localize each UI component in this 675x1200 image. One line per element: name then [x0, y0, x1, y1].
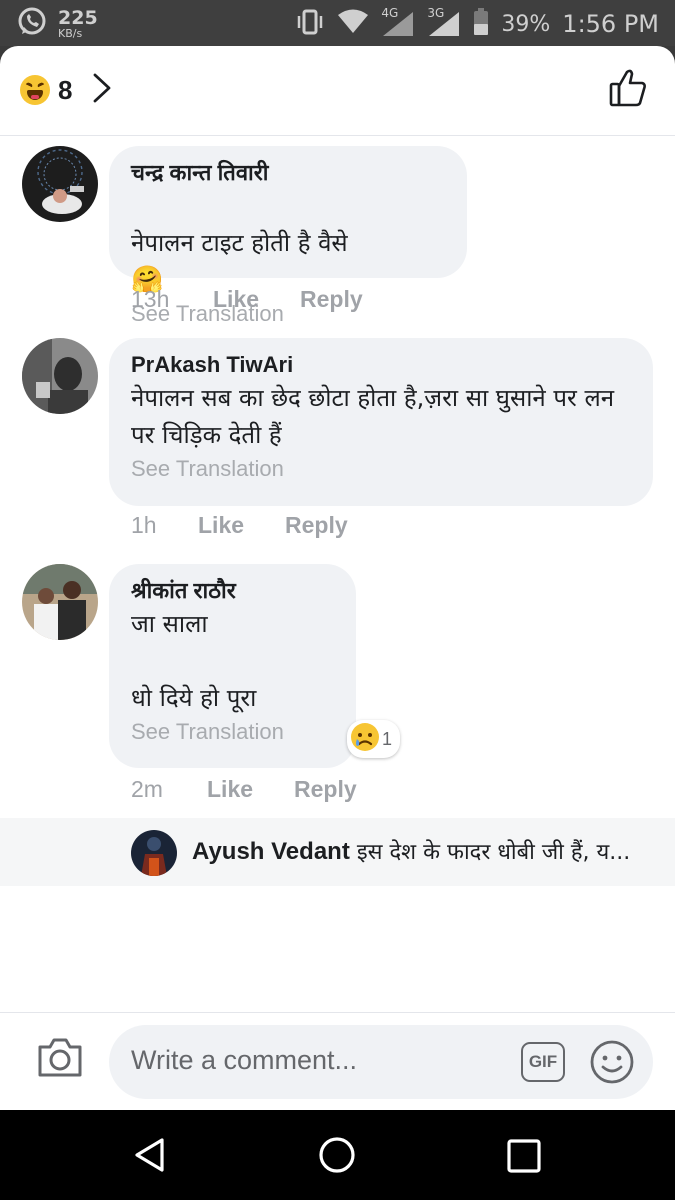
- thumbs-up-icon: [609, 69, 647, 112]
- comment-time: 2m: [131, 776, 163, 802]
- reply-preview[interactable]: Ayush Vedant इस देश के फादर धोबी जी हैं,…: [0, 818, 675, 886]
- avatar: [131, 830, 177, 876]
- comment-text: जा साला धो दिये हो पूरा: [131, 610, 257, 712]
- reply-preview-text: Ayush Vedant इस देश के फादर धोबी जी हैं,…: [192, 836, 630, 866]
- vibrate-icon: [295, 9, 325, 39]
- comment-text: नेपालन टाइट होती है वैसे 🤗: [131, 188, 445, 299]
- home-button[interactable]: [318, 1136, 356, 1178]
- comment-author[interactable]: PrAkash TiwAri: [131, 350, 631, 380]
- emoji-button[interactable]: [589, 1039, 635, 1089]
- reaction-count: 1: [382, 728, 393, 749]
- like-comment-button[interactable]: Like: [198, 512, 285, 539]
- reply-author: Ayush Vedant: [192, 838, 350, 865]
- reactions-header: 8: [0, 46, 675, 136]
- avatar[interactable]: [22, 564, 98, 640]
- see-translation-link[interactable]: See Translation: [131, 717, 334, 747]
- comment-meta: 2m Like Reply: [131, 776, 357, 803]
- comment-item: PrAkash TiwAri नेपालन सब का छेद छोटा होत…: [0, 338, 675, 548]
- back-button[interactable]: [132, 1136, 168, 1178]
- comment-meta: 13h Like Reply: [131, 286, 363, 313]
- clock: 1:56 PM: [562, 10, 659, 38]
- status-bar: 225 KB/s 4G 3G 39% 1:56 PM: [0, 0, 675, 46]
- comment-bubble[interactable]: चन्द्र कान्त तिवारी नेपालन टाइट होती है …: [109, 146, 467, 326]
- status-right: 4G 3G 39% 1:56 PM: [295, 6, 659, 40]
- comments-sheet: 8 चन्द्र कान्त तिवारी नेपालन टाइट होती ह…: [0, 46, 675, 1110]
- speed-unit: KB/s: [58, 27, 83, 40]
- comment-time: 13h: [131, 286, 170, 312]
- battery-percent: 39%: [501, 11, 551, 37]
- sad-emoji-icon: [350, 722, 380, 756]
- comment-text: नेपालन सब का छेद छोटा होता है,ज़रा सा घु…: [131, 384, 615, 449]
- comment-composer: Write a comment... GIF: [0, 1012, 675, 1110]
- haha-emoji-icon: [20, 75, 50, 105]
- signal-4g-icon: 4G: [381, 6, 415, 38]
- avatar[interactable]: [22, 146, 98, 222]
- chevron-right-icon: [92, 72, 112, 108]
- home-circle-icon: [318, 1137, 356, 1178]
- smiley-icon: [589, 1040, 635, 1089]
- status-left: 225 KB/s: [16, 6, 98, 42]
- battery-icon: [473, 8, 489, 40]
- see-translation-link[interactable]: See Translation: [131, 454, 631, 484]
- comment-bubble[interactable]: श्रीकांत राठौर जा साला धो दिये हो पूरा S…: [109, 564, 356, 768]
- comment-time: 1h: [131, 512, 157, 538]
- like-comment-button[interactable]: Like: [213, 286, 300, 313]
- gif-button[interactable]: GIF: [521, 1042, 565, 1082]
- reply-button[interactable]: Reply: [300, 286, 363, 313]
- network-3g-label: 3G: [427, 6, 445, 20]
- like-comment-button[interactable]: Like: [207, 776, 294, 803]
- comment-meta: 1h Like Reply: [131, 512, 348, 539]
- like-post-button[interactable]: [609, 68, 647, 112]
- comment-reaction-badge[interactable]: 1: [347, 720, 401, 758]
- comment-input-placeholder: Write a comment...: [131, 1045, 358, 1075]
- camera-icon: [36, 1038, 84, 1083]
- comment-input[interactable]: Write a comment... GIF: [109, 1025, 653, 1099]
- network-speed: 225 KB/s: [58, 7, 98, 40]
- back-triangle-icon: [132, 1138, 168, 1178]
- comment-item: श्रीकांत राठौर जा साला धो दिये हो पूरा S…: [0, 564, 675, 810]
- signal-3g-icon: 3G: [427, 6, 461, 38]
- speed-value: 225: [58, 7, 98, 29]
- comment-text-content: नेपालन टाइट होती है वैसे: [131, 229, 348, 257]
- reaction-count: 8: [58, 74, 73, 105]
- comment-item: चन्द्र कान्त तिवारी नेपालन टाइट होती है …: [0, 146, 675, 326]
- recent-apps-button[interactable]: [506, 1138, 542, 1178]
- whatsapp-icon: [16, 6, 48, 42]
- comment-author[interactable]: श्रीकांत राठौर: [131, 576, 334, 606]
- reply-button[interactable]: Reply: [285, 512, 348, 539]
- comment-bubble[interactable]: PrAkash TiwAri नेपालन सब का छेद छोटा होत…: [109, 338, 653, 506]
- system-nav-bar: [0, 1110, 675, 1200]
- recent-square-icon: [506, 1139, 542, 1178]
- reaction-summary[interactable]: 8: [20, 72, 112, 108]
- reply-button[interactable]: Reply: [294, 776, 357, 803]
- camera-button[interactable]: [36, 1035, 84, 1083]
- comment-author[interactable]: चन्द्र कान्त तिवारी: [131, 158, 445, 188]
- avatar[interactable]: [22, 338, 98, 414]
- network-4g-label: 4G: [381, 6, 399, 20]
- reply-snippet: इस देश के फादर धोबी जी हैं, य...: [356, 840, 631, 865]
- wifi-icon: [337, 9, 369, 39]
